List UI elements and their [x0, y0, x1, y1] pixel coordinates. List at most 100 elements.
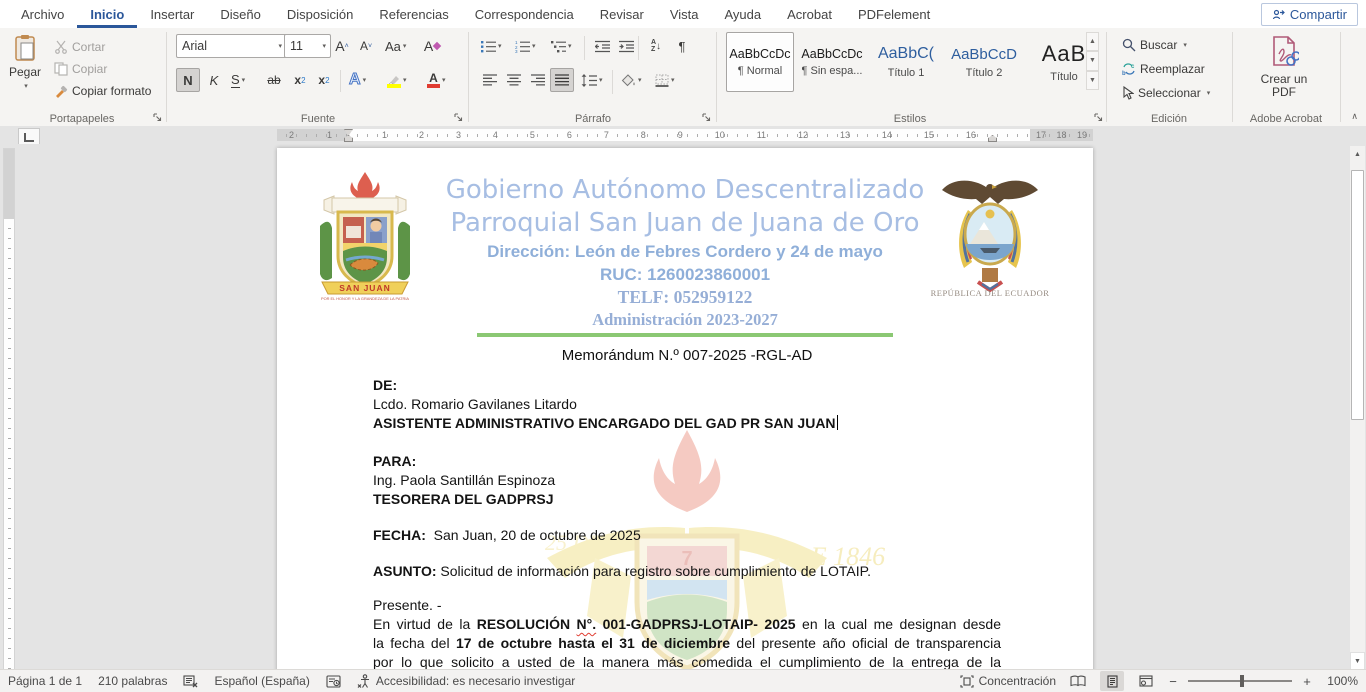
font-family-combo[interactable]: Arial ▾: [176, 34, 287, 58]
increase-indent-button[interactable]: [614, 34, 638, 58]
scroll-down-button[interactable]: ▼: [1350, 652, 1365, 670]
memo-line[interactable]: ASUNTO: Solicitud de información para re…: [373, 562, 1001, 581]
web-layout-button[interactable]: [1134, 671, 1158, 691]
zoom-slider[interactable]: [1188, 680, 1292, 682]
memo-line[interactable]: En virtud de la RESOLUCIÓN N°. 001-GADPR…: [373, 615, 1001, 634]
ribbon-tab[interactable]: Correspondencia: [462, 0, 587, 28]
memo-title[interactable]: Memorándum N.º 007-2025 -RGL-AD: [373, 347, 1001, 364]
styles-dialog-launcher[interactable]: [1092, 111, 1104, 123]
create-pdf-button[interactable]: Crear un PDF: [1248, 32, 1320, 114]
ribbon-tab[interactable]: Acrobat: [774, 0, 845, 28]
memo-line[interactable]: DE:: [373, 376, 1001, 395]
superscript-button[interactable]: x2: [312, 68, 336, 92]
font-dialog-launcher[interactable]: [452, 111, 464, 123]
paste-button[interactable]: Pegar ▾: [6, 30, 44, 116]
borders-button[interactable]: ▾: [652, 68, 678, 92]
decrease-indent-button[interactable]: [590, 34, 614, 58]
zoom-slider-thumb[interactable]: [1240, 675, 1244, 687]
grow-font-button[interactable]: A˄: [330, 34, 354, 58]
multilevel-list-button[interactable]: ▾: [548, 34, 575, 58]
font-color-button[interactable]: A ▾: [424, 68, 449, 92]
ribbon-tab[interactable]: Archivo: [8, 0, 77, 28]
print-layout-button[interactable]: [1100, 671, 1124, 691]
memo-line[interactable]: Lcdo. Romario Gavilanes Litardo: [373, 395, 1001, 414]
memo-line[interactable]: por lo que solicito a usted de la manera…: [373, 653, 1001, 670]
align-left-button[interactable]: [478, 68, 502, 92]
line-spacing-button[interactable]: ▾: [578, 68, 606, 92]
subscript-button[interactable]: x2: [288, 68, 312, 92]
read-mode-button[interactable]: [1066, 671, 1090, 691]
styles-more-button[interactable]: ▼: [1086, 71, 1099, 90]
format-painter-button[interactable]: Copiar formato: [52, 80, 153, 101]
pilcrow-button[interactable]: ¶: [670, 34, 694, 58]
memo-line[interactable]: Ing. Paola Santillán Espinoza: [373, 471, 1001, 490]
text-effects-button[interactable]: A▾: [346, 68, 369, 92]
ribbon-tab[interactable]: Revisar: [587, 0, 657, 28]
ribbon-tab[interactable]: Referencias: [366, 0, 461, 28]
zoom-in-button[interactable]: +: [1302, 674, 1312, 689]
font-size-combo[interactable]: 11 ▾: [284, 34, 331, 58]
clipboard-dialog-launcher[interactable]: [151, 111, 163, 123]
bullets-button[interactable]: ▾: [478, 34, 505, 58]
memo-line[interactable]: Presente. -: [373, 596, 1001, 615]
accessibility-status[interactable]: Accesibilidad: es necesario investigar: [357, 674, 575, 688]
strikethrough-button[interactable]: ab: [262, 68, 286, 92]
sort-button[interactable]: AZ ↓: [644, 34, 668, 58]
highlight-button[interactable]: ▾: [384, 68, 410, 92]
memo-line[interactable]: FECHA: San Juan, 20 de octubre de 2025: [373, 526, 1001, 545]
copy-button[interactable]: Copiar: [52, 58, 109, 79]
memo-line[interactable]: ASISTENTE ADMINISTRATIVO ENCARGADO DEL G…: [373, 414, 1001, 433]
scrollbar-thumb[interactable]: [1351, 170, 1364, 420]
ribbon-tab[interactable]: Ayuda: [711, 0, 774, 28]
vertical-scrollbar[interactable]: ▲ ▼: [1350, 146, 1365, 670]
italic-button[interactable]: K: [202, 68, 226, 92]
san-juan-crest-logo[interactable]: SAN JUAN POR EL HONOR Y LA GRANDEZA DE L…: [310, 170, 420, 302]
justify-button[interactable]: [550, 68, 574, 92]
memo-line[interactable]: PARA:: [373, 452, 1001, 471]
scroll-up-button[interactable]: ▲: [1350, 146, 1365, 162]
underline-button[interactable]: S▾: [228, 68, 248, 92]
text-predictions-status[interactable]: [326, 675, 341, 688]
ribbon-tab[interactable]: PDFelement: [845, 0, 943, 28]
clear-formatting-button[interactable]: A: [420, 34, 444, 58]
change-case-button[interactable]: Aa▾: [382, 34, 409, 58]
shading-button[interactable]: ▾: [618, 68, 645, 92]
letterhead[interactable]: Gobierno Autónomo Descentralizado Parroq…: [407, 174, 963, 337]
shrink-font-button[interactable]: A˅: [354, 34, 378, 58]
share-button[interactable]: Compartir: [1261, 3, 1358, 26]
align-right-button[interactable]: [526, 68, 550, 92]
document-page[interactable]: DE 1846 25 DE 7: [277, 148, 1093, 670]
styles-scroll-down[interactable]: ▼: [1086, 51, 1099, 70]
ribbon-tab[interactable]: Disposición: [274, 0, 366, 28]
ribbon-tab[interactable]: Insertar: [137, 0, 207, 28]
select-button[interactable]: Seleccionar▾: [1120, 82, 1212, 103]
style-card[interactable]: AaBbC( Título 1: [870, 32, 942, 92]
style-card[interactable]: AaBbCcD Título 2: [946, 32, 1022, 92]
memo-line[interactable]: la fecha del 17 de octubre hasta el 31 d…: [373, 634, 1001, 653]
numbering-button[interactable]: 123▾: [512, 34, 539, 58]
proofing-status[interactable]: [183, 675, 198, 688]
align-center-button[interactable]: [502, 68, 526, 92]
language-status[interactable]: Español (España): [214, 674, 309, 688]
replace-button[interactable]: bc Reemplazar: [1120, 58, 1207, 79]
find-button[interactable]: Buscar▾: [1120, 34, 1189, 55]
style-card[interactable]: AaBbCcDc ¶ Sin espa...: [798, 32, 866, 92]
borders-icon: [655, 74, 669, 87]
word-count[interactable]: 210 palabras: [98, 674, 167, 688]
bold-button[interactable]: N: [176, 68, 200, 92]
zoom-level[interactable]: 100%: [1322, 674, 1358, 688]
page-count[interactable]: Página 1 de 1: [8, 674, 82, 688]
ruler-number: 12: [798, 130, 808, 140]
collapse-ribbon-button[interactable]: ∧: [1351, 111, 1358, 122]
ribbon-tab[interactable]: Inicio: [77, 0, 137, 28]
cut-button[interactable]: Cortar: [52, 36, 107, 57]
paragraph-dialog-launcher[interactable]: [700, 111, 712, 123]
focus-mode-button[interactable]: Concentración: [960, 674, 1056, 688]
style-preview: AaBbC(: [878, 45, 934, 63]
styles-scroll-up[interactable]: ▲: [1086, 32, 1099, 51]
style-card[interactable]: AaBbCcDc ¶ Normal: [726, 32, 794, 92]
memo-line[interactable]: TESORERA DEL GADPRSJ: [373, 490, 1001, 509]
zoom-out-button[interactable]: −: [1168, 674, 1178, 689]
ribbon-tab[interactable]: Diseño: [207, 0, 273, 28]
ribbon-tab[interactable]: Vista: [657, 0, 712, 28]
